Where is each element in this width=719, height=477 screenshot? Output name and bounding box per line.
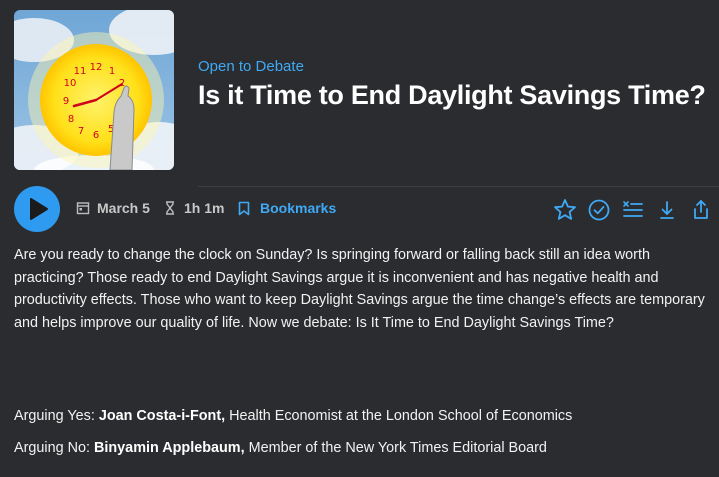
hourglass-icon xyxy=(166,201,174,215)
mark-played-button[interactable] xyxy=(586,197,612,223)
check-circle-icon xyxy=(588,199,610,221)
svg-text:9: 9 xyxy=(63,96,69,107)
svg-text:6: 6 xyxy=(93,130,99,141)
date-label: March 5 xyxy=(97,200,150,216)
arguing-no-name: Binyamin Applebaum, xyxy=(94,440,245,456)
svg-text:10: 10 xyxy=(64,78,77,89)
share-icon xyxy=(694,200,708,219)
arguing-no: Arguing No: Binyamin Applebaum, Member o… xyxy=(14,440,547,456)
bookmarks-label: Bookmarks xyxy=(260,200,337,216)
svg-text:11: 11 xyxy=(74,66,87,77)
share-button[interactable] xyxy=(688,197,714,223)
duration-label: 1h 1m xyxy=(184,200,225,216)
sun-clock-artwork-image: 12 1 2 3 4 5 6 7 8 9 10 11 xyxy=(14,10,174,170)
download-icon xyxy=(660,201,674,219)
svg-text:1: 1 xyxy=(109,66,115,77)
episode-description: Are you ready to change the clock on Sun… xyxy=(14,247,705,331)
episode-artwork: 12 1 2 3 4 5 6 7 8 9 10 11 xyxy=(14,10,174,170)
arguing-yes-name: Joan Costa-i-Font, xyxy=(98,408,226,424)
episode-title: Is it Time to End Daylight Savings Time? xyxy=(198,80,706,110)
svg-text:8: 8 xyxy=(68,114,74,125)
bookmark-icon xyxy=(238,201,250,215)
svg-text:7: 7 xyxy=(78,126,84,137)
add-to-queue-button[interactable] xyxy=(620,197,646,223)
episode-duration: 1h 1m xyxy=(164,200,224,216)
arguing-no-role: Member of the New York Times Editorial B… xyxy=(248,440,547,456)
bookmarks-button[interactable]: Bookmarks xyxy=(237,200,336,216)
arguing-no-label: Arguing No: xyxy=(14,440,90,456)
arguing-yes-label: Arguing Yes: xyxy=(14,408,95,424)
show-name-link[interactable]: Open to Debate xyxy=(198,58,304,75)
divider xyxy=(198,186,719,187)
episode-date: March 5 xyxy=(76,200,150,216)
calendar-icon xyxy=(76,202,90,215)
play-button[interactable] xyxy=(14,186,60,232)
star-button[interactable] xyxy=(552,197,578,223)
play-icon xyxy=(30,198,48,220)
add-to-queue-icon xyxy=(623,201,643,217)
download-button[interactable] xyxy=(654,197,680,223)
svg-text:12: 12 xyxy=(90,62,103,73)
arguing-yes: Arguing Yes: Joan Costa-i-Font, Health E… xyxy=(14,408,572,424)
arguing-yes-role: Health Economist at the London School of… xyxy=(229,408,573,424)
star-icon xyxy=(554,199,576,220)
